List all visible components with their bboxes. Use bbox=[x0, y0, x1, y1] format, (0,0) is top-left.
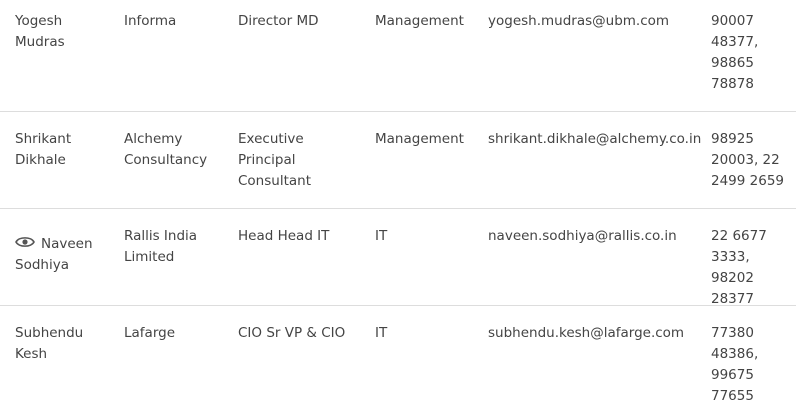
contact-department: IT bbox=[375, 228, 388, 244]
row-divider bbox=[0, 305, 796, 306]
contact-phone: 22 6677 3333, 98202 28377 bbox=[711, 228, 767, 307]
contact-company: Alchemy Consultancy bbox=[124, 131, 208, 168]
contact-email[interactable]: subhendu.kesh@lafarge.com bbox=[488, 323, 700, 344]
contact-company: Rallis India Limited bbox=[124, 228, 198, 265]
contact-department: Management bbox=[375, 13, 464, 29]
contact-department: Management bbox=[375, 131, 464, 147]
contact-phone: 77380 48386, 99675 77655 bbox=[711, 325, 759, 404]
row-divider bbox=[0, 111, 796, 112]
contact-name: Shrikant Dikhale bbox=[15, 131, 72, 168]
contact-company: Informa bbox=[124, 13, 177, 29]
contact-title: CIO Sr VP & CIO bbox=[238, 325, 346, 341]
contact-title: Executive Principal Consultant bbox=[238, 131, 311, 189]
contact-name: Yogesh Mudras bbox=[15, 13, 65, 50]
contact-phone: 98925 20003, 22 2499 2659 bbox=[711, 131, 785, 189]
contact-name-cell: Naveen Sodhiya bbox=[15, 234, 110, 276]
row-divider bbox=[0, 208, 796, 209]
contact-department: IT bbox=[375, 325, 388, 341]
contact-title: Director MD bbox=[238, 13, 319, 29]
contact-email[interactable]: shrikant.dikhale@alchemy.co.in bbox=[488, 129, 701, 150]
contact-email[interactable]: yogesh.mudras@ubm.com bbox=[488, 11, 700, 32]
contact-phone: 90007 48377, 98865 78878 bbox=[711, 13, 759, 92]
contact-name: Subhendu Kesh bbox=[15, 325, 84, 362]
contact-title: Head Head IT bbox=[238, 228, 330, 244]
eye-icon[interactable] bbox=[15, 235, 35, 249]
contact-company: Lafarge bbox=[124, 325, 176, 341]
contact-email[interactable]: naveen.sodhiya@rallis.co.in bbox=[488, 226, 700, 247]
